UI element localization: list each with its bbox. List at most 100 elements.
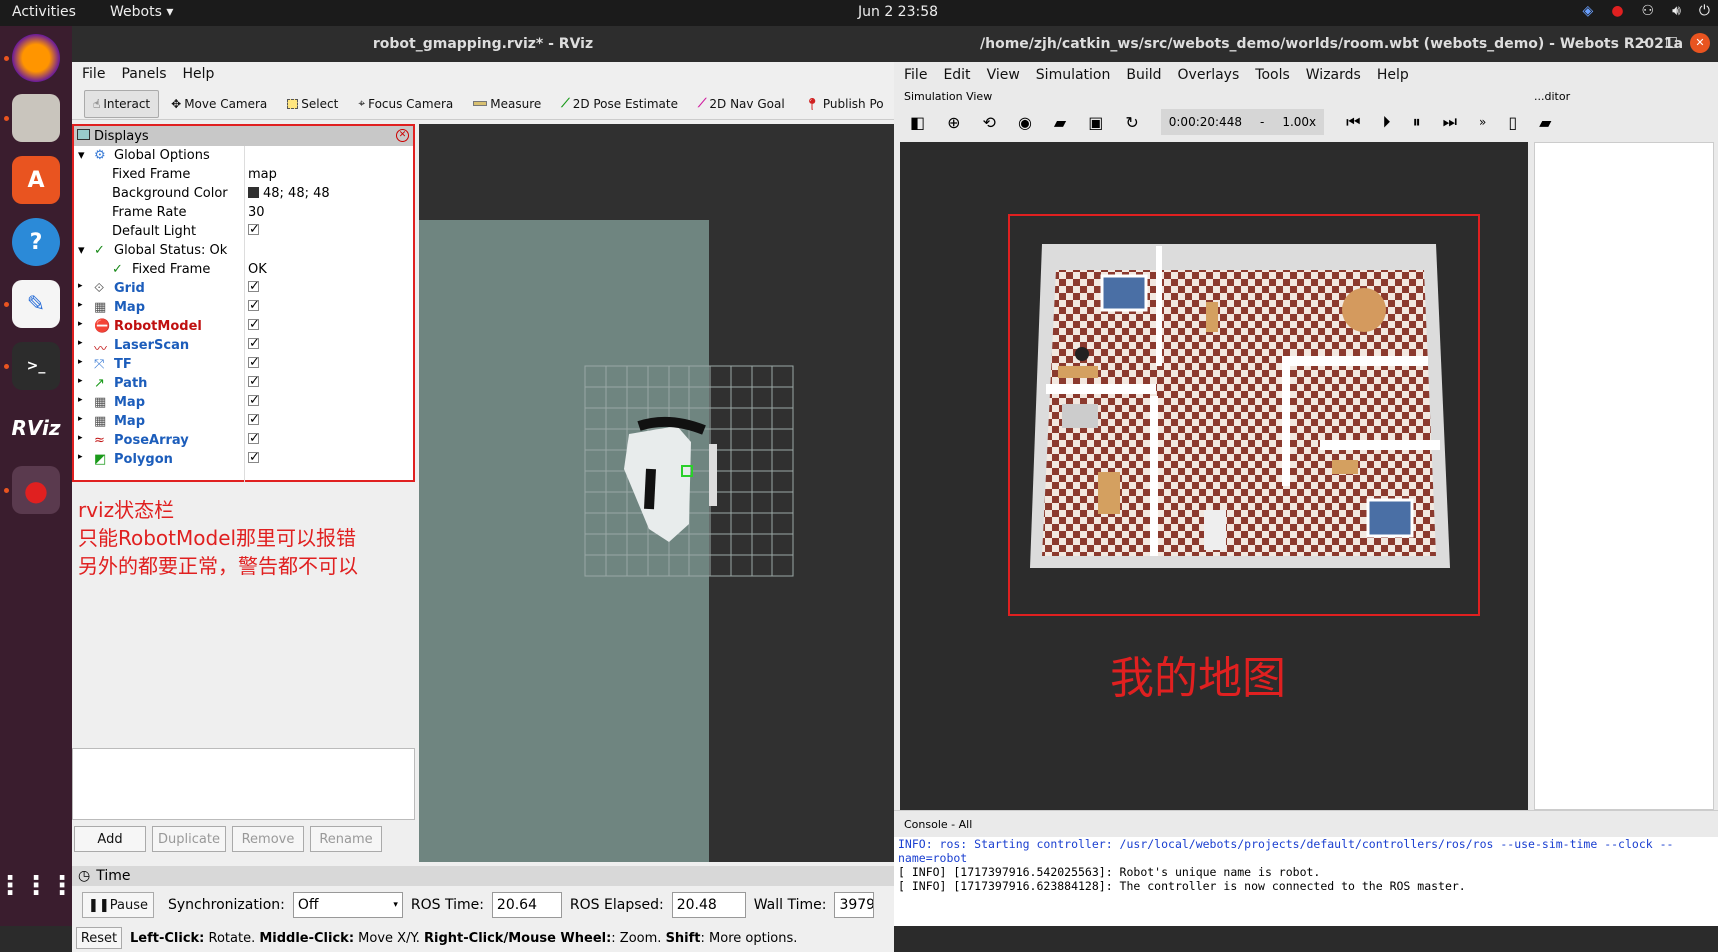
expand-icon[interactable]: ▸ (78, 338, 83, 348)
simulation-view[interactable]: 我的地图 (900, 142, 1528, 810)
menu-edit[interactable]: Edit (943, 67, 970, 83)
nav-goal-tool[interactable]: ⟋ 2D Nav Goal (690, 90, 793, 118)
add-node-icon[interactable]: ⊕ (947, 113, 960, 132)
tree-row-global-options[interactable]: ▾ ⚙ Global Options (74, 146, 413, 165)
reset-view-icon[interactable]: ⟲ (983, 113, 996, 132)
select-tool[interactable]: Select (279, 90, 346, 118)
close-icon[interactable]: ✕ (1690, 33, 1710, 53)
menu-help[interactable]: Help (183, 66, 215, 82)
menu-build[interactable]: Build (1126, 67, 1161, 83)
new-file-icon[interactable]: ▯ (1508, 113, 1517, 132)
expand-icon[interactable]: ▸ (78, 300, 83, 310)
menu-overlays[interactable]: Overlays (1178, 67, 1240, 83)
display-checkbox[interactable]: ✓ (248, 413, 260, 426)
open-world-icon[interactable]: ▰ (1054, 113, 1066, 132)
step-back-icon[interactable]: ⏮ (1346, 112, 1360, 132)
minimize-icon[interactable]: – (1641, 34, 1648, 50)
tree-row-display[interactable]: ▸ ↗ Path ✓ (74, 374, 413, 393)
files-icon[interactable] (12, 94, 60, 142)
firefox-icon[interactable] (12, 34, 60, 82)
reload-icon[interactable]: ↻ (1125, 113, 1138, 132)
measure-tool[interactable]: Measure (465, 90, 549, 118)
rviz-title-bar[interactable]: robot_gmapping.rviz* - RViz (72, 26, 894, 62)
display-checkbox[interactable]: ✓ (248, 451, 260, 464)
tree-row-display[interactable]: ▸ ≈ PoseArray ✓ (74, 431, 413, 450)
ros-elapsed-field[interactable]: 20.48 (671, 892, 746, 918)
display-checkbox[interactable]: ✓ (248, 394, 260, 407)
system-tray[interactable]: ◈ ● ⚇ 🔊︎ ⏻ (1583, 3, 1710, 19)
more-icon[interactable]: » (1479, 115, 1486, 129)
ladybug-icon[interactable]: ● (12, 466, 60, 514)
focus-camera-tool[interactable]: ⌖ Focus Camera (350, 90, 461, 118)
expand-icon[interactable]: ▸ (78, 433, 83, 443)
tree-row-status-child[interactable]: ✓ Fixed Frame OK (74, 260, 413, 279)
display-checkbox[interactable]: ✓ (248, 356, 260, 369)
duplicate-button[interactable]: Duplicate (152, 826, 226, 852)
wall-time-field[interactable]: 39793 (834, 892, 875, 918)
terminal-icon[interactable]: >_ (12, 342, 60, 390)
app-menu[interactable]: Webots ▾ (110, 4, 173, 20)
menu-panels[interactable]: Panels (121, 66, 166, 82)
ros-time-field[interactable]: 20.64 (491, 892, 562, 918)
tree-row-option[interactable]: Default Light ✓ (74, 222, 413, 241)
rviz-icon[interactable]: RViz (11, 404, 60, 452)
display-checkbox[interactable]: ✓ (248, 375, 260, 388)
tree-row-display[interactable]: ▸ ⛔ RobotModel ✓ (74, 317, 413, 336)
add-button[interactable]: Add (74, 826, 146, 852)
expand-icon[interactable]: ▸ (78, 281, 83, 291)
tree-row-option[interactable]: Fixed Frame map (74, 165, 413, 184)
collapse-icon[interactable]: ▾ (78, 148, 85, 163)
play-icon[interactable]: ⏵ (1383, 112, 1391, 132)
option-checkbox[interactable]: ✓ (248, 223, 260, 236)
pause-icon[interactable]: ⏸ (1413, 112, 1421, 132)
collapse-icon[interactable]: ▾ (78, 243, 85, 258)
text-editor-pane[interactable] (1534, 142, 1714, 810)
tree-row-display[interactable]: ▸ ⟐ Grid ✓ (74, 279, 413, 298)
tree-row-display[interactable]: ▸ ▦ Map ✓ (74, 412, 413, 431)
tree-row-option[interactable]: Frame Rate 30 (74, 203, 413, 222)
save-icon[interactable]: ▣ (1088, 113, 1103, 132)
move-camera-tool[interactable]: ✥ Move Camera (163, 90, 275, 118)
option-value[interactable]: 30 (248, 205, 265, 220)
remove-button[interactable]: Remove (232, 826, 304, 852)
network-wired-icon[interactable]: ⚇ (1642, 3, 1655, 19)
tree-row-display[interactable]: ▸ 〰 LaserScan ✓ (74, 336, 413, 357)
menu-simulation[interactable]: Simulation (1036, 67, 1111, 83)
menu-tools[interactable]: Tools (1255, 67, 1290, 83)
notification-icon[interactable]: ● (1611, 3, 1623, 19)
expand-icon[interactable]: ▸ (78, 452, 83, 462)
tree-row-display[interactable]: ▸ ⤧ TF ✓ (74, 355, 413, 374)
tree-row-display[interactable]: ▸ ▦ Map ✓ (74, 393, 413, 412)
app-grid-icon[interactable]: ⋮⋮⋮ (0, 862, 75, 910)
open-file-icon[interactable]: ▰ (1539, 113, 1551, 132)
tree-row-display[interactable]: ▸ ◩ Polygon ✓ (74, 450, 413, 469)
expand-icon[interactable]: ▸ (78, 319, 83, 329)
option-value[interactable]: map (248, 167, 277, 182)
publish-point-tool[interactable]: 📍︎ Publish Po (797, 90, 892, 118)
menu-file[interactable]: File (904, 67, 927, 83)
volume-icon[interactable]: 🔊︎ (1672, 3, 1681, 19)
rename-button[interactable]: Rename (310, 826, 382, 852)
menu-wizards[interactable]: Wizards (1306, 67, 1361, 83)
display-checkbox[interactable]: ✓ (248, 280, 260, 293)
maximize-icon[interactable]: □ (1665, 34, 1678, 50)
webots-title-bar[interactable]: /home/zjh/catkin_ws/src/webots_demo/worl… (894, 26, 1718, 62)
pose-estimate-tool[interactable]: ⟋ 2D Pose Estimate (553, 90, 686, 118)
menu-view[interactable]: View (987, 67, 1020, 83)
pause-button[interactable]: ❚❚ Pause (82, 892, 154, 918)
software-icon[interactable]: A (12, 156, 60, 204)
fast-forward-icon[interactable]: ⏭ (1443, 112, 1457, 132)
expand-icon[interactable]: ▸ (78, 414, 83, 424)
clock[interactable]: Jun 2 23:58 (858, 4, 938, 20)
menu-help[interactable]: Help (1377, 67, 1409, 83)
expand-icon[interactable]: ▸ (78, 376, 83, 386)
network-icon[interactable]: ◈ (1583, 3, 1594, 19)
expand-icon[interactable]: ▸ (78, 357, 83, 367)
text-editor-icon[interactable]: ✎ (12, 280, 60, 328)
reset-button[interactable]: Reset (76, 927, 122, 949)
sync-select[interactable]: Off ▾ (292, 892, 403, 918)
tree-row-option[interactable]: Background Color 48; 48; 48 (74, 184, 413, 203)
interact-tool[interactable]: ☝ Interact (84, 89, 160, 118)
help-icon[interactable]: ? (12, 218, 60, 266)
power-icon[interactable]: ⏻ (1699, 3, 1710, 19)
